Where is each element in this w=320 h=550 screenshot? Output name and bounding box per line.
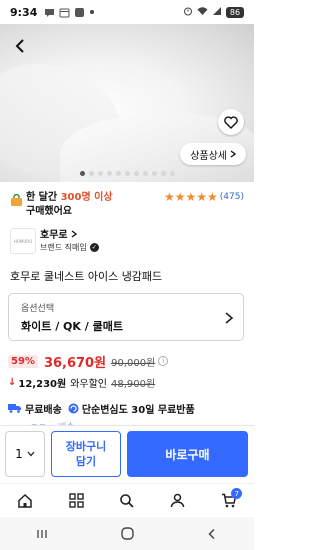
purchase-count-line2: 구매했어요 [26, 206, 72, 217]
heart-icon [224, 115, 238, 129]
seller-info[interactable]: HOMURO 호무로 브랜드 직매입 ✓ [8, 224, 248, 258]
seller-name[interactable]: 호무로 [40, 226, 78, 241]
shopping-bag-icon [11, 194, 22, 206]
app-notification-icon [73, 6, 85, 18]
brand-direct-badge: 브랜드 직매입 ✓ [40, 242, 99, 253]
carousel-dot[interactable] [97, 171, 103, 176]
star-icon: ★ [185, 190, 197, 204]
carousel-dot[interactable] [142, 171, 148, 176]
battery-indicator: 86 [226, 6, 244, 18]
return-icon [68, 403, 79, 413]
home-circle-icon [120, 527, 134, 540]
free-shipping-label: 무료배송 [25, 404, 62, 416]
chevron-right-icon [230, 150, 236, 158]
down-arrow-icon: ↓ [8, 376, 17, 388]
star-icon: ★ [163, 190, 175, 204]
carousel-dot[interactable] [151, 171, 157, 176]
quantity-value: 1 [15, 447, 23, 461]
calendar-icon [58, 6, 70, 18]
signal-icon [212, 6, 222, 19]
nav-cart[interactable]: 7 [203, 484, 254, 517]
nav-my-page[interactable] [152, 484, 203, 517]
nav-search[interactable] [102, 484, 153, 517]
wow-amount: 12,230원 [18, 378, 67, 390]
rating-stars[interactable]: ★ ★ ★ ★ ★ (475) [164, 191, 244, 203]
carousel-dot[interactable] [88, 171, 94, 176]
recent-apps-button[interactable] [0, 517, 85, 550]
add-to-cart-line2: 담기 [75, 455, 97, 468]
carousel-dot[interactable] [160, 171, 166, 176]
chevron-down-icon [27, 451, 35, 457]
review-count[interactable]: (475) [220, 192, 244, 202]
check-icon: ✓ [89, 243, 99, 252]
truck-icon [8, 404, 21, 413]
purchase-count-line1: 한 달간 300명 이상 [26, 188, 113, 203]
status-right: 86 [183, 6, 244, 19]
nav-categories[interactable] [51, 484, 102, 517]
search-icon [120, 494, 135, 508]
wishlist-button[interactable] [218, 109, 244, 135]
home-system-button[interactable] [85, 517, 170, 550]
info-icon[interactable]: i [158, 356, 169, 366]
back-button[interactable] [10, 36, 30, 56]
status-time: 9:34 [10, 5, 38, 19]
product-detail-button[interactable]: 상품상세 [180, 143, 246, 165]
carousel-dot[interactable] [133, 171, 139, 176]
discount-badge: 59% [8, 354, 38, 368]
add-to-cart-label: 장바구니 담기 [66, 439, 106, 469]
original-price: 90,000원 [111, 357, 156, 369]
shipping-info: 무료배송 단순변심도 30일 무료반품 [8, 400, 248, 416]
carousel-dot[interactable] [79, 171, 85, 176]
carousel-dot[interactable] [106, 171, 112, 176]
wow-label: 와우할인 [70, 378, 107, 390]
nav-home[interactable] [0, 484, 51, 517]
wifi-icon [197, 6, 208, 19]
product-title: 호무로 쿨네스트 아이스 냉감패드 [10, 270, 163, 283]
carousel-dot[interactable] [124, 171, 130, 176]
chevron-right-icon [71, 230, 78, 238]
star-icon: ★ [174, 190, 186, 204]
person-icon [171, 493, 185, 508]
chevron-right-icon [225, 312, 234, 324]
product-detail-label: 상품상세 [190, 150, 227, 162]
alarm-icon [183, 6, 193, 19]
option-selector[interactable]: 옵션선택 화이트 / QK / 쿨매트 [8, 293, 244, 341]
sale-price: 36,670원 [43, 355, 107, 371]
home-icon [18, 493, 33, 508]
buy-now-button[interactable]: 바로구매 [127, 431, 248, 477]
brand-direct-label: 브랜드 직매입 [40, 243, 87, 252]
cart-count-badge: 7 [231, 488, 243, 499]
price-row: 59% 36,670원 90,000원 i [8, 352, 248, 371]
quantity-selector[interactable]: 1 [5, 431, 45, 477]
seller-logo: HOMURO [10, 228, 36, 254]
grid-icon [68, 493, 84, 508]
wow-old-price: 48,900원 [111, 378, 156, 390]
purchase-count-banner: 한 달간 300명 이상 구매했어요 ★ ★ ★ ★ ★ (475) [8, 186, 248, 217]
option-value: 화이트 / QK / 쿨매트 [21, 320, 123, 333]
carousel-dot[interactable] [169, 171, 175, 176]
back-system-button[interactable] [169, 517, 254, 550]
carousel-indicators [0, 171, 254, 176]
more-notifications-dot [90, 10, 95, 14]
bottom-navigation: 7 [0, 483, 254, 517]
chevron-left-icon [15, 39, 24, 53]
star-icon: ★ [196, 190, 208, 204]
seller-name-text: 호무로 [40, 230, 68, 241]
star-icon: ★ [207, 190, 218, 204]
free-return-label: 단순변심도 30일 무료반품 [81, 404, 195, 416]
purchase-bar: 1 장바구니 담기 바로구매 [0, 425, 254, 483]
add-to-cart-button[interactable]: 장바구니 담기 [51, 431, 121, 477]
wow-discount-row: ↓ 12,230원 와우할인 48,900원 [8, 374, 248, 390]
back-arrow-icon [208, 528, 215, 539]
messenger-icon [43, 6, 55, 18]
carousel-dot[interactable] [115, 171, 121, 176]
recent-apps-icon [37, 529, 47, 538]
option-caption: 옵션선택 [21, 304, 55, 314]
add-to-cart-line1: 장바구니 [65, 440, 107, 453]
status-bar: 9:34 86 [0, 0, 254, 24]
system-navigation [0, 517, 254, 550]
